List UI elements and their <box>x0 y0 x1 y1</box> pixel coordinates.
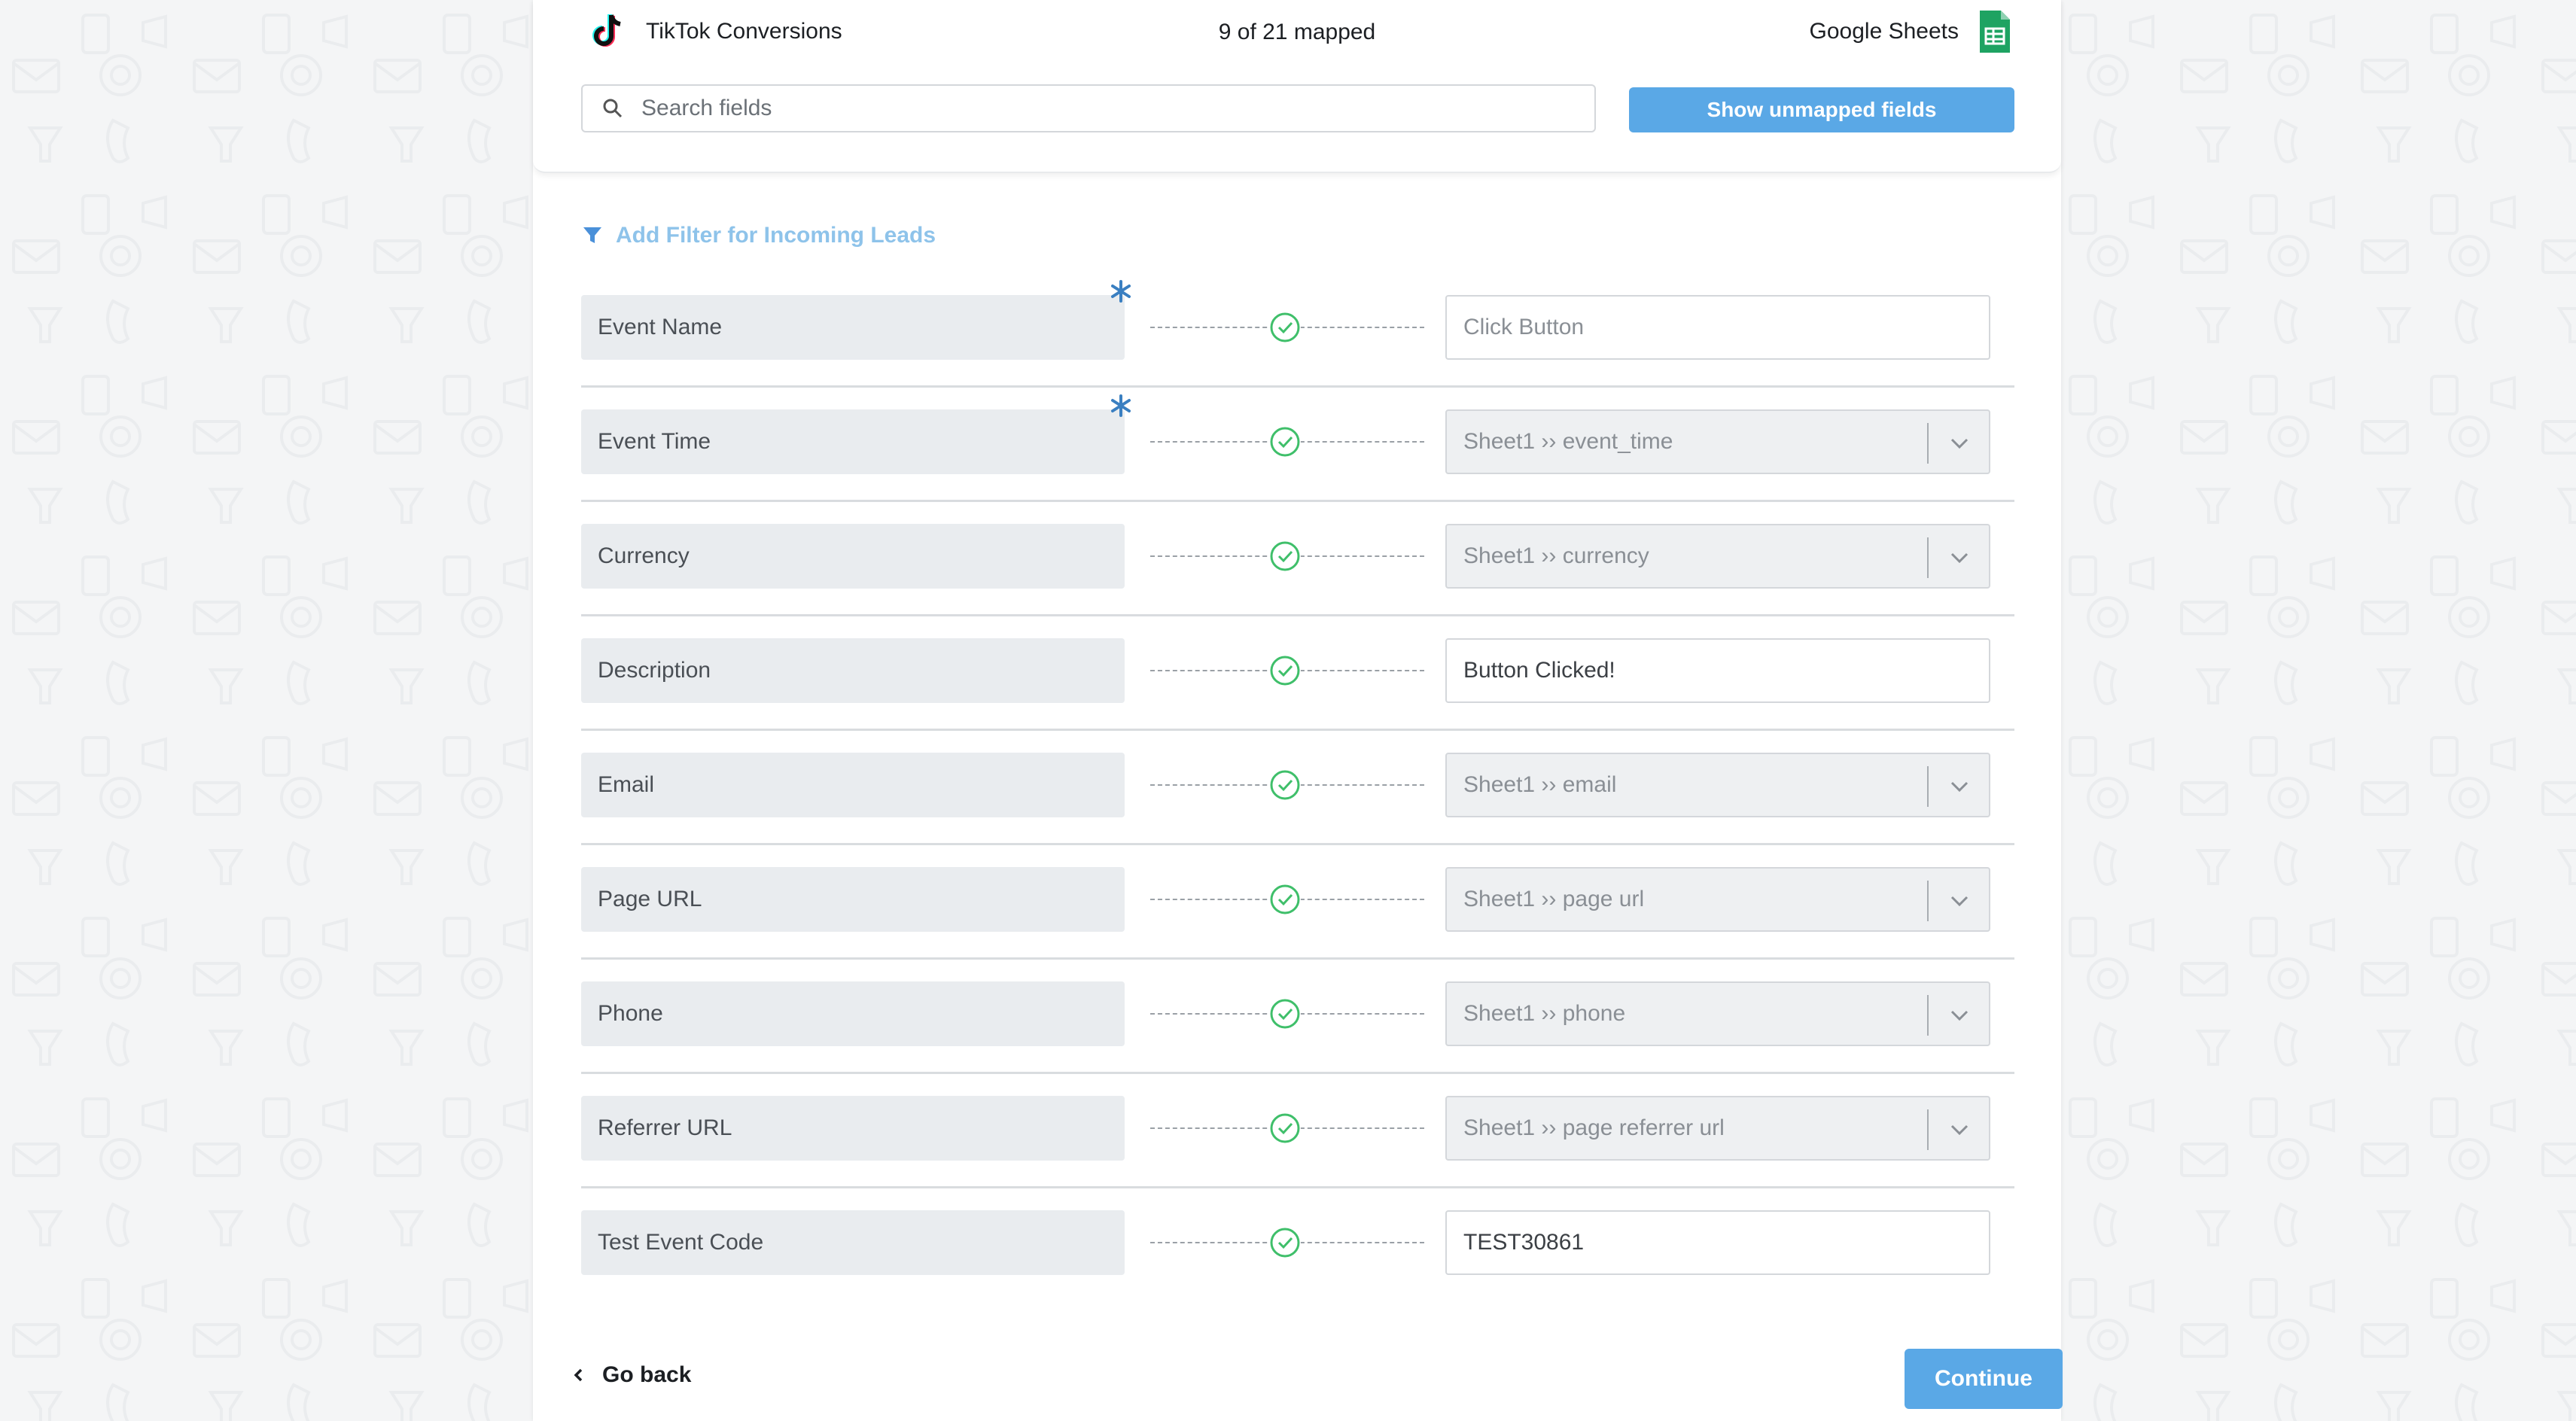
chevron-left-icon <box>574 1368 583 1382</box>
check-circle-icon <box>1269 998 1301 1030</box>
column-select[interactable]: Sheet1 ›› event_time <box>1445 409 1990 474</box>
mapping-row: Referrer URL Sheet1 ›› page referrer url <box>581 1096 2014 1210</box>
check-circle-icon <box>1269 540 1301 572</box>
source-field-label: Currency <box>598 543 690 568</box>
show-unmapped-button[interactable]: Show unmapped fields <box>1629 87 2014 132</box>
go-back-button[interactable]: Go back <box>571 1362 691 1388</box>
google-sheets-icon <box>1980 11 2010 53</box>
mapping-row: Email Sheet1 ›› email <box>581 753 2014 867</box>
filter-icon <box>583 227 601 243</box>
row-divider <box>581 843 2014 845</box>
mapping-row: Currency Sheet1 ›› currency <box>581 524 2014 638</box>
column-select[interactable]: Sheet1 ›› phone <box>1445 981 1990 1046</box>
check-circle-icon <box>1269 655 1301 686</box>
source-field-box: Referrer URL <box>581 1096 1125 1161</box>
go-back-label: Go back <box>602 1362 692 1387</box>
select-separator <box>1927 995 1929 1036</box>
row-divider <box>581 385 2014 388</box>
mapping-row: Phone Sheet1 ›› phone <box>581 981 2014 1096</box>
select-separator <box>1927 423 1929 464</box>
chevron-down-icon[interactable] <box>1948 775 1971 798</box>
value-input-text: Click Button <box>1463 315 1585 339</box>
column-select-value: Sheet1 ›› currency <box>1463 543 1649 568</box>
source-field-label: Event Time <box>598 429 711 454</box>
chevron-down-icon[interactable] <box>1948 890 1971 912</box>
mapping-row: Test Event Code TEST30861 <box>581 1210 2014 1325</box>
column-select-value: Sheet1 ›› event_time <box>1463 429 1673 454</box>
continue-button[interactable]: Continue <box>1905 1349 2063 1409</box>
chevron-down-icon[interactable] <box>1948 1118 1971 1141</box>
source-field-label: Phone <box>598 1001 663 1026</box>
source-field-box: Page URL <box>581 867 1125 932</box>
search-icon <box>603 99 623 118</box>
field-mapping-list: Event Name Click Button Event Time Sheet1 ›… <box>581 280 2014 1325</box>
row-divider <box>581 957 2014 960</box>
row-divider <box>581 1072 2014 1074</box>
required-asterisk-icon <box>1111 394 1131 417</box>
select-separator <box>1927 881 1929 921</box>
value-input[interactable]: Click Button <box>1445 295 1990 360</box>
check-circle-icon <box>1269 312 1301 343</box>
destination-app: Google Sheets <box>1810 9 2011 54</box>
source-field-box: Currency <box>581 524 1125 589</box>
mapping-row: Page URL Sheet1 ›› page url <box>581 867 2014 981</box>
value-input-text: Button Clicked! <box>1463 658 1615 683</box>
select-separator <box>1927 766 1929 807</box>
source-field-box: Test Event Code <box>581 1210 1125 1275</box>
mapping-header: TikTok Conversions 9 of 21 mapped Google… <box>533 0 2061 173</box>
column-select-value: Sheet1 ›› page url <box>1463 887 1645 911</box>
mapping-row: Event Name Click Button <box>581 280 2014 409</box>
source-field-box: Event Time <box>581 409 1125 474</box>
add-filter-label: Add Filter for Incoming Leads <box>616 223 936 248</box>
source-field-label: Page URL <box>598 887 702 911</box>
value-input-text: TEST30861 <box>1463 1230 1585 1255</box>
column-select[interactable]: Sheet1 ›› page url <box>1445 867 1990 932</box>
column-select[interactable]: Sheet1 ›› currency <box>1445 524 1990 589</box>
source-field-label: Test Event Code <box>598 1230 764 1255</box>
value-input[interactable]: Button Clicked! <box>1445 638 1990 703</box>
source-field-label: Referrer URL <box>598 1115 732 1140</box>
source-field-label: Description <box>598 658 711 683</box>
source-field-label: Event Name <box>598 315 723 339</box>
chevron-down-icon[interactable] <box>1948 432 1971 455</box>
check-circle-icon <box>1269 769 1301 801</box>
source-field-label: Email <box>598 772 655 797</box>
mapping-row: Description Button Clicked! <box>581 638 2014 753</box>
row-divider <box>581 614 2014 616</box>
search-input[interactable] <box>640 95 1594 122</box>
destination-app-name: Google Sheets <box>1809 19 1959 44</box>
column-select[interactable]: Sheet1 ›› page referrer url <box>1445 1096 1990 1161</box>
check-circle-icon <box>1269 884 1301 915</box>
value-input[interactable]: TEST30861 <box>1445 1210 1990 1275</box>
column-select[interactable]: Sheet1 ›› email <box>1445 753 1990 817</box>
footer-bar: Go back Continue <box>533 1310 2063 1421</box>
row-divider <box>581 500 2014 502</box>
column-select-value: Sheet1 ›› page referrer url <box>1463 1115 1725 1140</box>
column-select-value: Sheet1 ›› email <box>1463 772 1617 797</box>
chevron-down-icon[interactable] <box>1948 546 1971 569</box>
row-divider <box>581 729 2014 731</box>
search-field[interactable] <box>581 84 1596 132</box>
add-filter-link[interactable]: Add Filter for Incoming Leads <box>581 223 936 248</box>
source-field-box: Phone <box>581 981 1125 1046</box>
source-field-box: Description <box>581 638 1125 703</box>
row-divider <box>581 1186 2014 1188</box>
select-separator <box>1927 537 1929 578</box>
source-field-box: Email <box>581 753 1125 817</box>
source-field-box: Event Name <box>581 295 1125 360</box>
column-select-value: Sheet1 ›› phone <box>1463 1001 1626 1026</box>
select-separator <box>1927 1109 1929 1150</box>
check-circle-icon <box>1269 1227 1301 1258</box>
check-circle-icon <box>1269 426 1301 458</box>
mapping-row: Event Time Sheet1 ›› event_time <box>581 394 2014 524</box>
required-asterisk-icon <box>1111 280 1131 303</box>
check-circle-icon <box>1269 1112 1301 1144</box>
chevron-down-icon[interactable] <box>1948 1004 1971 1027</box>
